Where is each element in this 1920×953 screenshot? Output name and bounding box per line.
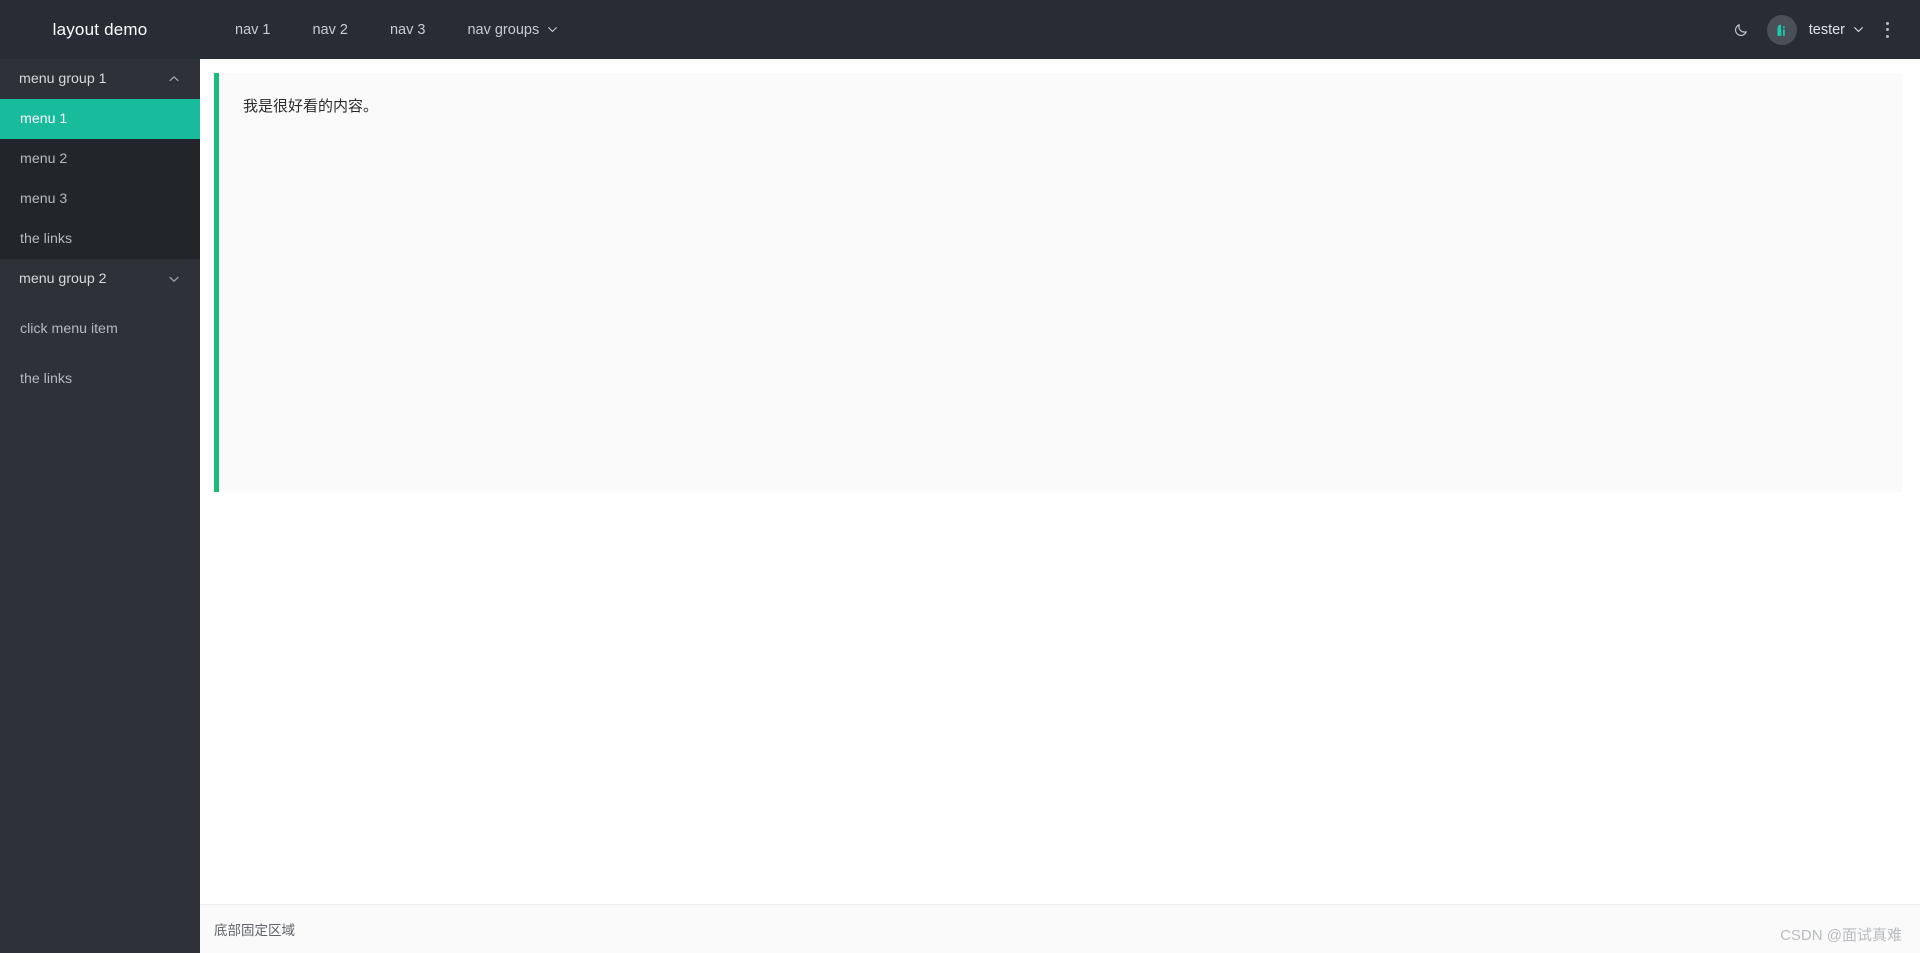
header-spacer	[579, 0, 1723, 59]
footer-label: 底部固定区域	[214, 923, 295, 938]
sidebar-item-the-links[interactable]: the links	[0, 219, 200, 259]
nav-item-nav-groups[interactable]: nav groups	[446, 0, 579, 59]
dark-mode-toggle[interactable]	[1723, 0, 1761, 59]
nav-item-label: nav 3	[389, 21, 426, 38]
sidebar-item-label: menu 3	[20, 191, 68, 207]
chevron-up-icon	[168, 73, 180, 85]
content-text: 我是很好看的内容。	[243, 98, 379, 115]
nav-item-label: nav 1	[235, 21, 271, 38]
chevron-down-icon	[547, 24, 558, 35]
sidebar-group-label: menu group 1	[19, 71, 107, 87]
main-column: 我是很好看的内容。 底部固定区域	[200, 59, 1920, 953]
more-dot	[1885, 21, 1889, 25]
top-nav-list: nav 1 nav 2 nav 3 nav groups	[200, 0, 579, 59]
moon-icon	[1733, 21, 1750, 38]
sidebar-item-menu-2[interactable]: menu 2	[0, 139, 200, 179]
username-label: tester	[1808, 21, 1845, 38]
sidebar-item-label: the links	[20, 371, 73, 387]
sidebar-item-label: the links	[20, 231, 73, 247]
more-vertical-icon[interactable]	[1872, 0, 1902, 59]
avatar-logo-icon	[1772, 20, 1792, 40]
nav-item-label: nav 2	[312, 21, 348, 38]
body-region: menu group 1 menu 1 menu 2 menu 3 the li…	[0, 59, 1920, 953]
more-dot	[1885, 28, 1889, 31]
chevron-down-icon	[168, 273, 180, 285]
nav-item-nav-1[interactable]: nav 1	[214, 0, 291, 59]
top-header-bar: layout demo nav 1 nav 2 nav 3 nav groups	[0, 0, 1920, 59]
sidebar-item-click-menu-item[interactable]: click menu item	[0, 309, 200, 349]
chevron-down-icon	[1853, 24, 1864, 35]
sidebar-item-label: menu 1	[20, 111, 68, 127]
sidebar: menu group 1 menu 1 menu 2 menu 3 the li…	[0, 59, 200, 953]
content-card: 我是很好看的内容。	[214, 73, 1902, 492]
nav-item-label: nav groups	[467, 21, 540, 38]
footer-bar: 底部固定区域	[200, 904, 1920, 953]
header-actions: tester	[1723, 0, 1920, 59]
nav-item-nav-3[interactable]: nav 3	[369, 0, 446, 59]
avatar[interactable]	[1766, 14, 1797, 45]
app-logo-label: layout demo	[52, 19, 148, 39]
sidebar-item-label: menu 2	[20, 151, 68, 167]
sidebar-group-menu-group-1[interactable]: menu group 1	[0, 59, 200, 99]
sidebar-item-label: click menu item	[20, 321, 118, 337]
sidebar-item-menu-1[interactable]: menu 1	[0, 99, 200, 139]
sidebar-submenu-group-1: menu 1 menu 2 menu 3 the links	[0, 99, 200, 259]
sidebar-item-menu-3[interactable]: menu 3	[0, 179, 200, 219]
content-area: 我是很好看的内容。	[200, 59, 1920, 904]
more-dot	[1885, 34, 1889, 38]
sidebar-item-the-links-standalone[interactable]: the links	[0, 359, 200, 399]
sidebar-group-menu-group-2[interactable]: menu group 2	[0, 259, 200, 299]
app-logo[interactable]: layout demo	[0, 0, 200, 59]
app-root: layout demo nav 1 nav 2 nav 3 nav groups	[0, 0, 1920, 953]
sidebar-group-label: menu group 2	[19, 271, 107, 287]
user-menu[interactable]: tester	[1809, 22, 1864, 38]
nav-item-nav-2[interactable]: nav 2	[291, 0, 368, 59]
